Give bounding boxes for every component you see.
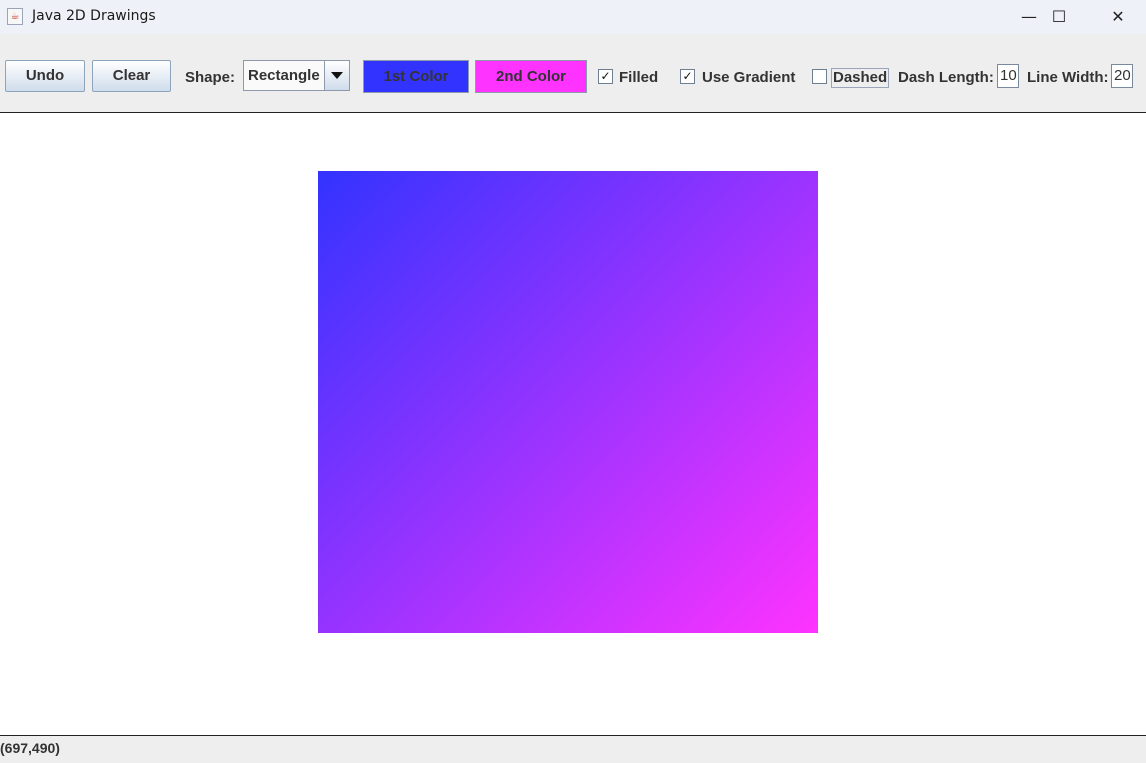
use-gradient-checkbox[interactable]: ✓ [680, 69, 695, 84]
drawing-canvas[interactable] [0, 113, 1146, 735]
close-button[interactable]: ✕ [1095, 0, 1141, 34]
dashed-label: Dashed [831, 68, 890, 88]
chevron-down-icon[interactable] [324, 61, 349, 90]
clear-button[interactable]: Clear [92, 60, 171, 92]
shape-combobox[interactable]: Rectangle [243, 60, 350, 91]
maximize-button[interactable]: ☐ [1036, 0, 1082, 34]
gradient-rectangle [318, 171, 818, 633]
line-width-input[interactable]: 20 [1111, 64, 1133, 88]
filled-checkbox[interactable]: ✓ [598, 69, 613, 84]
shape-label: Shape: [185, 69, 236, 86]
shape-combobox-value: Rectangle [248, 67, 320, 84]
status-bar: (697,490) [0, 735, 1146, 763]
window-title: Java 2D Drawings [32, 8, 156, 24]
dash-length-input[interactable]: 10 [997, 64, 1019, 88]
first-color-button[interactable]: 1st Color [363, 60, 469, 93]
toolbar: Undo Clear Shape: Rectangle 1st Color 2n… [0, 34, 1146, 113]
filled-label: Filled [619, 69, 659, 86]
dash-length-label: Dash Length: [898, 69, 994, 86]
dashed-checkbox[interactable] [812, 69, 827, 84]
line-width-label: Line Width: [1027, 69, 1109, 86]
use-gradient-label: Use Gradient [702, 69, 796, 86]
java-app-icon: ☕ [7, 8, 23, 25]
mouse-position-label: (697,490) [0, 740, 60, 756]
second-color-button[interactable]: 2nd Color [475, 60, 587, 93]
title-bar: ☕ Java 2D Drawings — ☐ ✕ [0, 0, 1146, 34]
undo-button[interactable]: Undo [5, 60, 85, 92]
